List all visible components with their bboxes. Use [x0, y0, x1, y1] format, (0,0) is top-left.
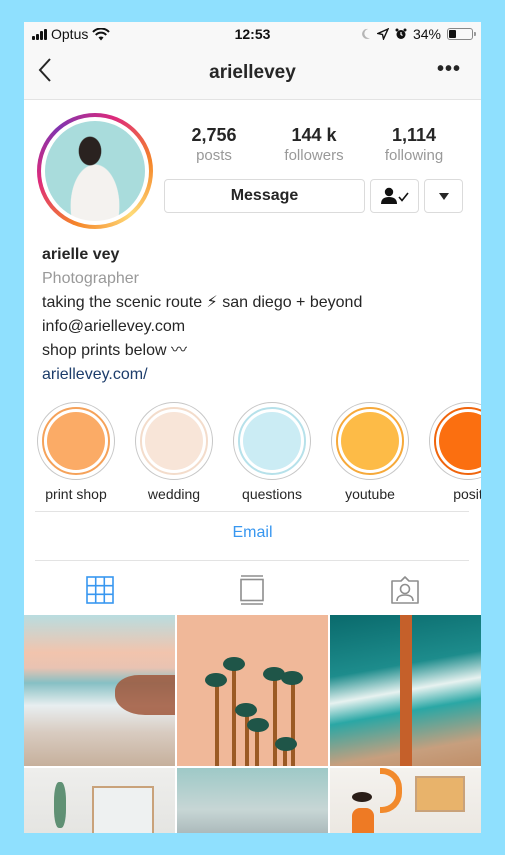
- profile-photo: [45, 121, 145, 221]
- story-highlights: print shop wedding questions youtube posit: [37, 402, 481, 502]
- divider: [35, 511, 469, 512]
- post-thumbnail[interactable]: [177, 615, 328, 766]
- profile-stats: 2,756 posts 144 k followers 1,114 follow…: [164, 125, 464, 164]
- posts-grid: [24, 615, 481, 833]
- tab-feed[interactable]: [176, 565, 328, 615]
- highlight-label: questions: [242, 486, 302, 502]
- person-check-icon: [380, 187, 409, 204]
- bio-line: shop prints below 〰: [42, 342, 187, 359]
- highlight-cover-image: [145, 412, 203, 470]
- moon-icon: [362, 28, 370, 39]
- tab-tagged[interactable]: [329, 565, 481, 615]
- followers-label: followers: [284, 147, 344, 164]
- highlight-cover: [331, 402, 409, 480]
- story-highlight[interactable]: youtube: [331, 402, 409, 502]
- highlight-label: print shop: [45, 486, 107, 502]
- message-button[interactable]: Message: [164, 179, 365, 213]
- status-bar: Optus 12:53 34%: [24, 22, 481, 48]
- battery-percent: 34%: [412, 26, 441, 42]
- story-highlight[interactable]: posit: [429, 402, 481, 502]
- post-thumbnail[interactable]: [24, 768, 175, 833]
- highlight-cover: [233, 402, 311, 480]
- bio-line: info@ariellevey.com: [42, 318, 186, 335]
- highlight-cover: [37, 402, 115, 480]
- grid-icon: [86, 576, 114, 604]
- battery-icon: [447, 28, 476, 40]
- avatar[interactable]: [37, 113, 153, 229]
- suggestions-dropdown-button[interactable]: [424, 179, 463, 213]
- post-thumbnail[interactable]: [330, 615, 481, 766]
- highlight-cover-image: [243, 412, 301, 470]
- highlight-cover: [429, 402, 481, 480]
- story-highlight[interactable]: wedding: [135, 402, 213, 502]
- highlight-cover-image: [47, 412, 105, 470]
- tab-grid[interactable]: [24, 565, 176, 615]
- alarm-icon: [395, 28, 407, 39]
- profile-name: arielle vey: [42, 246, 120, 263]
- following-label: following: [384, 147, 444, 164]
- post-thumbnail[interactable]: [24, 615, 175, 766]
- highlight-label: posit: [453, 486, 481, 502]
- phone-screen: Optus 12:53 34% ariellevey ••• 2,756 pos…: [24, 22, 481, 833]
- feed-icon: [240, 575, 265, 605]
- posts-count: 2,756: [191, 125, 237, 145]
- highlight-label: wedding: [147, 486, 201, 502]
- post-thumbnail[interactable]: [330, 768, 481, 833]
- highlight-cover-image: [439, 412, 481, 470]
- profile-bio: arielle vey Photographer taking the scen…: [42, 243, 472, 387]
- stat-posts[interactable]: 2,756 posts: [164, 125, 264, 164]
- tagged-icon: [391, 576, 419, 604]
- following-button[interactable]: [370, 179, 419, 213]
- highlight-label: youtube: [345, 486, 395, 502]
- following-count: 1,114: [391, 125, 437, 145]
- nav-bar: ariellevey •••: [24, 48, 481, 100]
- highlight-cover: [135, 402, 213, 480]
- stat-following[interactable]: 1,114 following: [364, 125, 464, 164]
- story-highlight[interactable]: questions: [233, 402, 311, 502]
- story-highlight[interactable]: print shop: [37, 402, 115, 502]
- profile-category: Photographer: [42, 270, 139, 287]
- more-icon: •••: [436, 58, 461, 80]
- divider: [35, 560, 469, 561]
- highlight-cover-image: [341, 412, 399, 470]
- email-button[interactable]: Email: [24, 524, 481, 542]
- caret-down-icon: [438, 192, 449, 200]
- location-icon: [376, 28, 389, 40]
- followers-count: 144 k: [291, 125, 337, 145]
- posts-label: posts: [196, 147, 232, 164]
- more-options-button[interactable]: •••: [437, 58, 461, 81]
- bio-line: taking the scenic route ⚡ san diego + be…: [42, 294, 363, 311]
- post-thumbnail[interactable]: [177, 768, 328, 833]
- profile-tabs: [24, 565, 481, 615]
- profile-website-link[interactable]: ariellevey.com/: [42, 363, 472, 387]
- stat-followers[interactable]: 144 k followers: [264, 125, 364, 164]
- page-title: ariellevey: [209, 62, 296, 83]
